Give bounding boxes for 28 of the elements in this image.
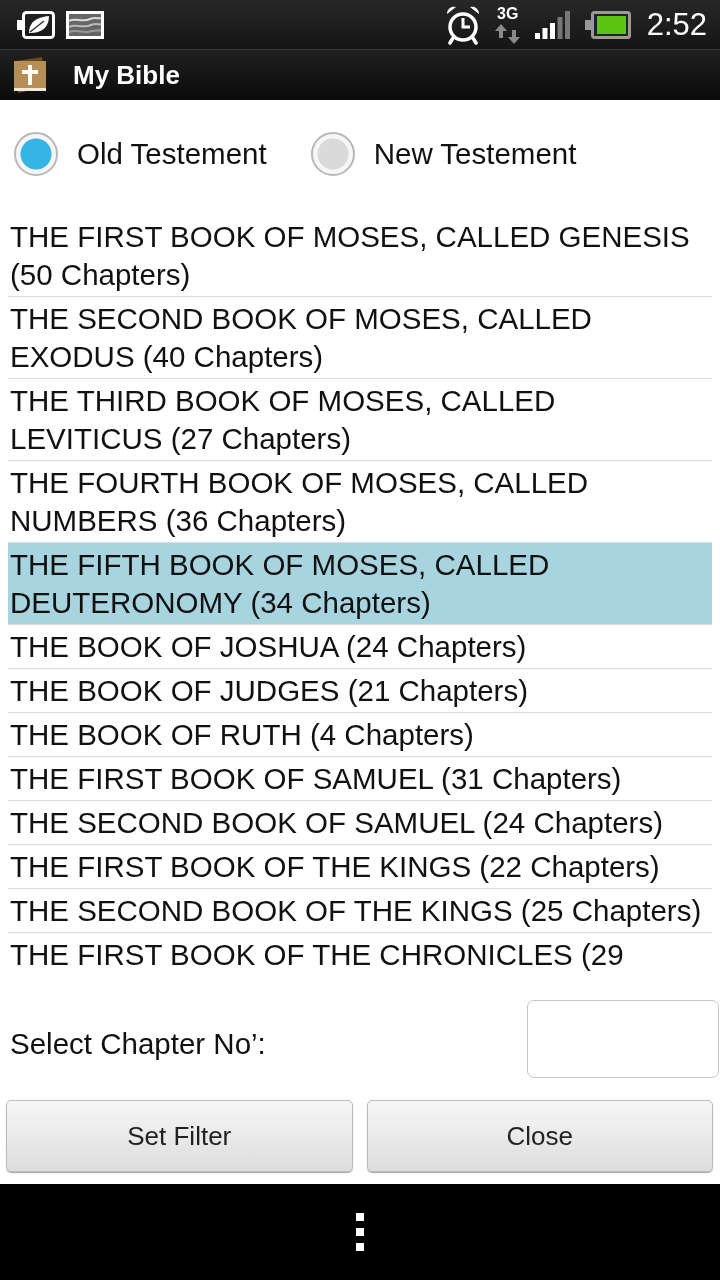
- set-filter-button[interactable]: Set Filter: [6, 1100, 353, 1172]
- book-list-item[interactable]: THE FIRST BOOK OF MOSES, CALLED GENESIS (50 Chapters): [8, 215, 712, 297]
- book-list-item[interactable]: THE FIFTH BOOK OF MOSES, CALLED DEUTERONOMY (34 Chapters): [8, 543, 712, 625]
- book-list-item[interactable]: THE SECOND BOOK OF THE KINGS (25 Chapters): [8, 889, 712, 933]
- testament-radio[interactable]: New Testement: [310, 132, 577, 176]
- book-list-item[interactable]: THE SECOND BOOK OF MOSES, CALLED EXODUS (40 Chapters): [8, 297, 712, 379]
- book-list-item[interactable]: THE BOOK OF JOSHUA (24 Chapters): [8, 625, 712, 669]
- overflow-menu-icon[interactable]: [356, 1213, 364, 1251]
- book-list-item[interactable]: THE THIRD BOOK OF MOSES, CALLED LEVITICUS (27 Chapters): [8, 379, 712, 461]
- chapter-label: Select Chapter No’:: [10, 1026, 266, 1061]
- close-button[interactable]: Close: [366, 1100, 713, 1172]
- app-title: My Bible: [73, 59, 180, 91]
- leaf-battery-icon: [17, 9, 55, 40]
- clock-time: 2:52: [646, 6, 707, 43]
- book-list-item[interactable]: THE BOOK OF JUDGES (21 Chapters): [8, 669, 712, 713]
- image-icon: [66, 10, 104, 39]
- network-type: 3G: [497, 5, 519, 23]
- chapter-input-field[interactable]: [527, 1000, 719, 1078]
- book-list-item[interactable]: THE BOOK OF RUTH (4 Chapters): [8, 713, 712, 757]
- alarm-clock-icon: [444, 4, 481, 45]
- book-list-item[interactable]: THE FIRST BOOK OF THE KINGS (22 Chapters): [8, 845, 712, 889]
- book-list-item[interactable]: THE SECOND BOOK OF SAMUEL (24 Chapters): [8, 801, 712, 845]
- testament-radio[interactable]: Old Testement: [14, 132, 267, 176]
- book-list-item[interactable]: THE FIRST BOOK OF SAMUEL (31 Chapters): [8, 757, 712, 801]
- book-list-item[interactable]: THE FIRST BOOK OF THE CHRONICLES (29: [8, 933, 712, 975]
- battery-icon: [584, 10, 631, 39]
- data-arrows-icon: [494, 24, 521, 44]
- signal-icon: [534, 10, 571, 39]
